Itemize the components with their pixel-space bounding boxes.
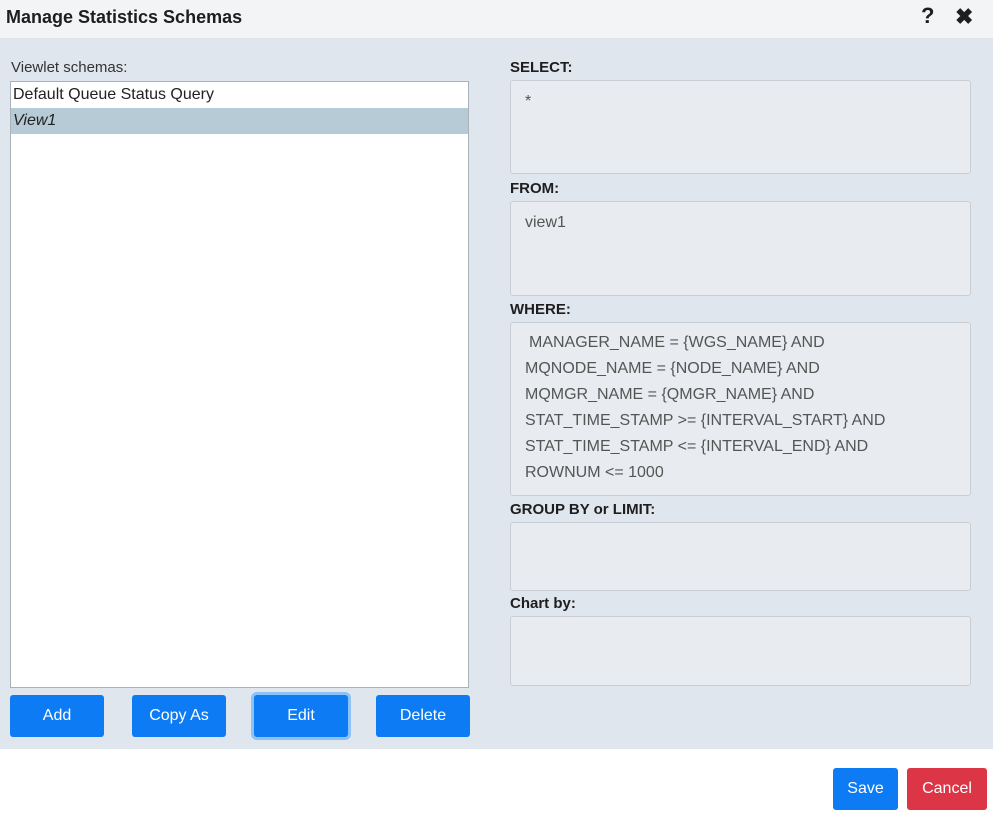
dialog-title: Manage Statistics Schemas: [6, 7, 243, 27]
help-icon[interactable]: ?: [921, 3, 934, 29]
cancel-button[interactable]: Cancel: [907, 768, 987, 810]
delete-button[interactable]: Delete: [376, 695, 470, 737]
chart-by-field[interactable]: [510, 616, 971, 686]
from-label: FROM:: [510, 180, 560, 197]
add-button[interactable]: Add: [10, 695, 104, 737]
copy-as-button[interactable]: Copy As: [132, 695, 226, 737]
where-line: STAT_TIME_STAMP >= {INTERVAL_START} AND: [525, 412, 886, 429]
select-value: *: [525, 93, 532, 110]
where-label: WHERE:: [510, 301, 571, 318]
schema-item-view1[interactable]: View1: [11, 108, 468, 134]
group-by-limit-field[interactable]: [510, 522, 971, 591]
where-line: MQNODE_NAME = {NODE_NAME} AND: [525, 360, 820, 377]
dialog-body: Viewlet schemas: Default Queue Status Qu…: [0, 39, 993, 749]
schema-list-label: Viewlet schemas:: [11, 59, 128, 76]
close-icon[interactable]: ✖: [955, 4, 973, 30]
select-field[interactable]: *: [510, 80, 971, 174]
schema-list[interactable]: Default Queue Status Query View1: [10, 81, 469, 688]
where-line: STAT_TIME_STAMP <= {INTERVAL_END} AND: [525, 438, 869, 455]
edit-button[interactable]: Edit: [254, 695, 348, 737]
from-field[interactable]: view1: [510, 201, 971, 296]
where-line: ROWNUM <= 1000: [525, 464, 664, 481]
dialog-titlebar: Manage Statistics Schemas ? ✖: [0, 0, 993, 39]
chart-by-label: Chart by:: [510, 595, 576, 612]
from-value: view1: [525, 214, 566, 231]
where-line: MANAGER_NAME = {WGS_NAME} AND: [529, 334, 825, 351]
group-by-limit-label: GROUP BY or LIMIT:: [510, 501, 656, 518]
where-field[interactable]: MANAGER_NAME = {WGS_NAME} AND MQNODE_NAM…: [510, 322, 971, 496]
select-label: SELECT:: [510, 59, 573, 76]
save-button[interactable]: Save: [833, 768, 898, 810]
where-line: MQMGR_NAME = {QMGR_NAME} AND: [525, 386, 815, 403]
schema-item-default-queue-status-query[interactable]: Default Queue Status Query: [11, 82, 468, 108]
